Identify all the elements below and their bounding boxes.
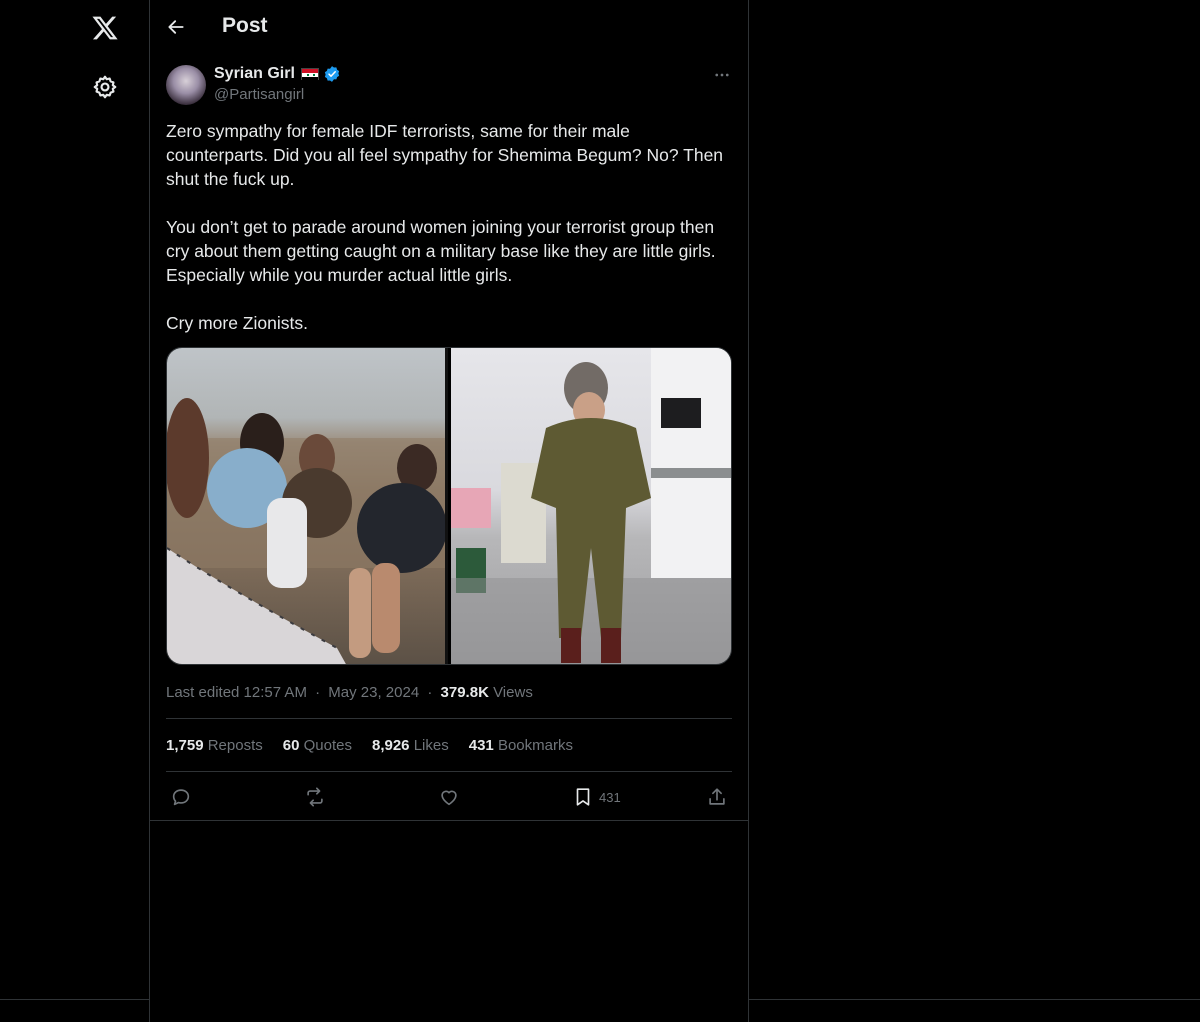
divider [166,718,732,719]
back-arrow-icon[interactable] [166,17,186,37]
verified-badge-icon [324,66,340,82]
likes-count: 8,926 [371,737,410,754]
bookmark-count: 431 [599,789,621,805]
share-button[interactable] [706,786,728,808]
post-image-1[interactable] [167,348,448,664]
edited-time[interactable]: Last edited 12:57 AM [166,684,307,701]
post-meta: Last edited 12:57 AM · May 23, 2024 · 37… [166,684,533,701]
more-icon[interactable] [712,66,732,84]
post-date[interactable]: May 23, 2024 [328,684,419,701]
author-display-name[interactable]: Syrian Girl [214,65,295,83]
meta-separator: · [315,684,321,701]
reposts-count: 1,759 [166,737,204,754]
reposts-label: Reposts [207,737,263,754]
gear-icon[interactable] [92,74,118,100]
reply-icon [172,789,190,806]
bookmark-icon [576,788,590,806]
bookmarks-stat[interactable]: 431 Bookmarks [469,737,573,754]
bookmarks-label: Bookmarks [497,737,573,754]
reply-button[interactable] [170,786,192,808]
likes-label: Likes [413,737,449,754]
post-text: Zero sympathy for female IDF terrorists,… [166,121,724,333]
bookmarks-count: 431 [468,737,494,754]
views-count: 379.8K [440,684,489,701]
reposts-stat[interactable]: 1,759 Reposts [166,737,263,754]
header: Post [150,0,748,54]
engagement-stats: 1,759 Reposts 60 Quotes 8,926 Likes 431 … [166,737,573,754]
page-title: Post [222,14,268,37]
meta-separator: · [427,684,433,701]
repost-button[interactable] [304,786,326,808]
likes-stat[interactable]: 8,926 Likes [372,737,449,754]
divider [150,820,748,821]
share-icon [709,788,725,805]
like-icon [441,790,457,806]
divider [0,999,150,1000]
author-name-row[interactable]: Syrian Girl [214,65,341,83]
divider [166,771,732,772]
author-handle[interactable]: @Partisangirl [214,86,304,103]
sidebar [0,0,150,1022]
syria-flag-icon [300,68,319,81]
like-button[interactable] [438,786,460,808]
quotes-count: 60 [282,737,300,754]
post-column: Post Syrian Girl @Partisangirl Zero symp… [150,0,749,1022]
post-image-2[interactable] [450,348,731,664]
quotes-label: Quotes [303,737,352,754]
quotes-stat[interactable]: 60 Quotes [283,737,352,754]
post-media[interactable] [166,347,732,665]
avatar[interactable] [166,65,206,105]
x-logo-icon[interactable] [91,14,119,42]
divider [749,999,1200,1000]
repost-icon [307,787,323,807]
views-label: Views [493,684,533,701]
bookmark-button[interactable]: 431 [572,786,621,808]
